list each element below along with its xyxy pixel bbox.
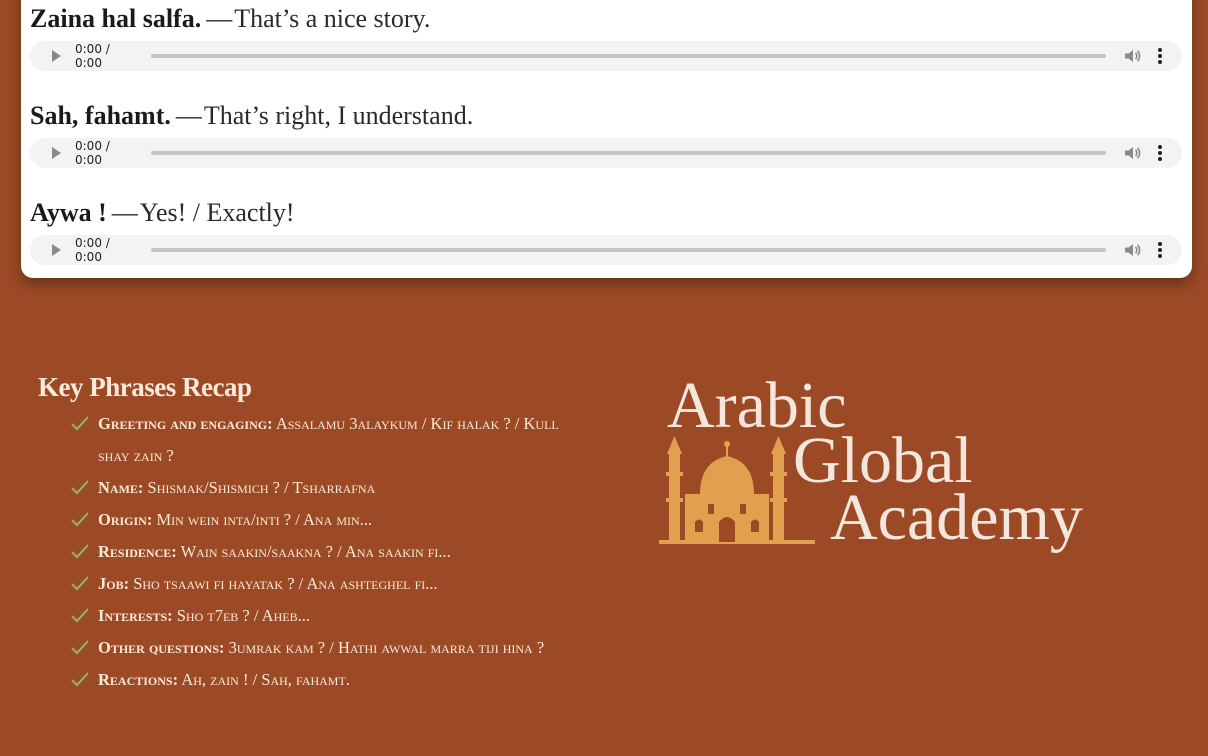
key-phrases-list: Greeting and engaging: Assalamu 3alaykum… <box>70 408 590 696</box>
recap-label: Residence: <box>98 542 177 561</box>
recap-text: Sho t7eb ? / Aheb... <box>176 606 310 625</box>
check-icon <box>71 544 89 559</box>
recap-title: Key Phrases Recap <box>38 372 252 402</box>
audio-player[interactable]: 0:00 / 0:00 <box>30 138 1182 168</box>
dialogue-line: Aywa ! —Yes! / Exactly! <box>30 198 295 228</box>
dialogue-card: Zaina hal salfa. —That’s a nice story. 0:… <box>21 0 1192 278</box>
more-vert-icon[interactable] <box>1158 48 1162 64</box>
arabic-phrase: Sah, fahamt. <box>30 101 171 130</box>
play-icon[interactable] <box>52 244 61 256</box>
recap-label: Job: <box>98 574 130 593</box>
recap-text: Ah, zain ! / Sah, fahamt. <box>181 670 350 689</box>
play-icon[interactable] <box>52 147 61 159</box>
check-icon <box>71 640 89 655</box>
recap-label: Interests: <box>98 606 173 625</box>
english-translation: That’s right, I understand. <box>203 101 474 130</box>
audio-time: 0:00 / 0:00 <box>75 139 110 167</box>
list-item: Residence: Wain saakin/saakna ? / Ana sa… <box>70 536 590 568</box>
recap-label: Greeting and engaging: <box>98 414 273 433</box>
check-icon <box>71 576 89 591</box>
recap-label: Reactions: <box>98 670 179 689</box>
recap-text: 3umrak kam ? / Hathi awwal marra tiji hi… <box>228 638 545 657</box>
recap-text: Sho tsaawi fi hayatak ? / Ana ashteghel … <box>133 574 438 593</box>
separator: — <box>206 4 233 33</box>
audio-player[interactable]: 0:00 / 0:00 <box>30 235 1182 265</box>
check-icon <box>71 416 89 431</box>
list-item: Reactions: Ah, zain ! / Sah, fahamt. <box>70 664 590 696</box>
audio-time: 0:00 / 0:00 <box>75 42 110 70</box>
english-translation: Yes! / Exactly! <box>139 198 295 227</box>
list-item: Name: Shismak/Shismich ? / Tsharrafna <box>70 472 590 504</box>
list-item: Origin: Min wein inta/inti ? / Ana min..… <box>70 504 590 536</box>
more-vert-icon[interactable] <box>1158 242 1162 258</box>
academy-logo: Arabic Global Academy <box>655 370 1130 560</box>
volume-icon[interactable] <box>1124 146 1142 160</box>
list-item: Other questions: 3umrak kam ? / Hathi aw… <box>70 632 590 664</box>
check-icon <box>71 512 89 527</box>
recap-label: Name: <box>98 478 144 497</box>
play-icon[interactable] <box>52 50 61 62</box>
recap-label: Other questions: <box>98 638 225 657</box>
check-icon <box>71 608 89 623</box>
check-icon <box>71 672 89 687</box>
audio-time: 0:00 / 0:00 <box>75 236 110 264</box>
check-icon <box>71 480 89 495</box>
audio-player[interactable]: 0:00 / 0:00 <box>30 41 1182 71</box>
more-vert-icon[interactable] <box>1158 145 1162 161</box>
list-item: Greeting and engaging: Assalamu 3alaykum… <box>70 408 590 472</box>
audio-progress-track[interactable] <box>151 151 1106 155</box>
recap-label: Origin: <box>98 510 153 529</box>
logo-text-academy: Academy <box>830 481 1083 554</box>
audio-progress-track[interactable] <box>151 248 1106 252</box>
arabic-phrase: Aywa ! <box>30 198 107 227</box>
audio-progress-track[interactable] <box>151 54 1106 58</box>
recap-text: Wain saakin/saakna ? / Ana saakin fi... <box>180 542 451 561</box>
recap-text: Min wein inta/inti ? / Ana min... <box>156 510 373 529</box>
separator: — <box>111 198 138 227</box>
list-item: Interests: Sho t7eb ? / Aheb... <box>70 600 590 632</box>
english-translation: That’s a nice story. <box>234 4 431 33</box>
separator: — <box>175 101 202 130</box>
recap-text: Shismak/Shismich ? / Tsharrafna <box>147 478 376 497</box>
list-item: Job: Sho tsaawi fi hayatak ? / Ana ashte… <box>70 568 590 600</box>
volume-icon[interactable] <box>1124 243 1142 257</box>
dialogue-line: Zaina hal salfa. —That’s a nice story. <box>30 4 430 34</box>
dialogue-line: Sah, fahamt. —That’s right, I understand. <box>30 101 473 131</box>
volume-icon[interactable] <box>1124 49 1142 63</box>
arabic-phrase: Zaina hal salfa. <box>30 4 202 33</box>
